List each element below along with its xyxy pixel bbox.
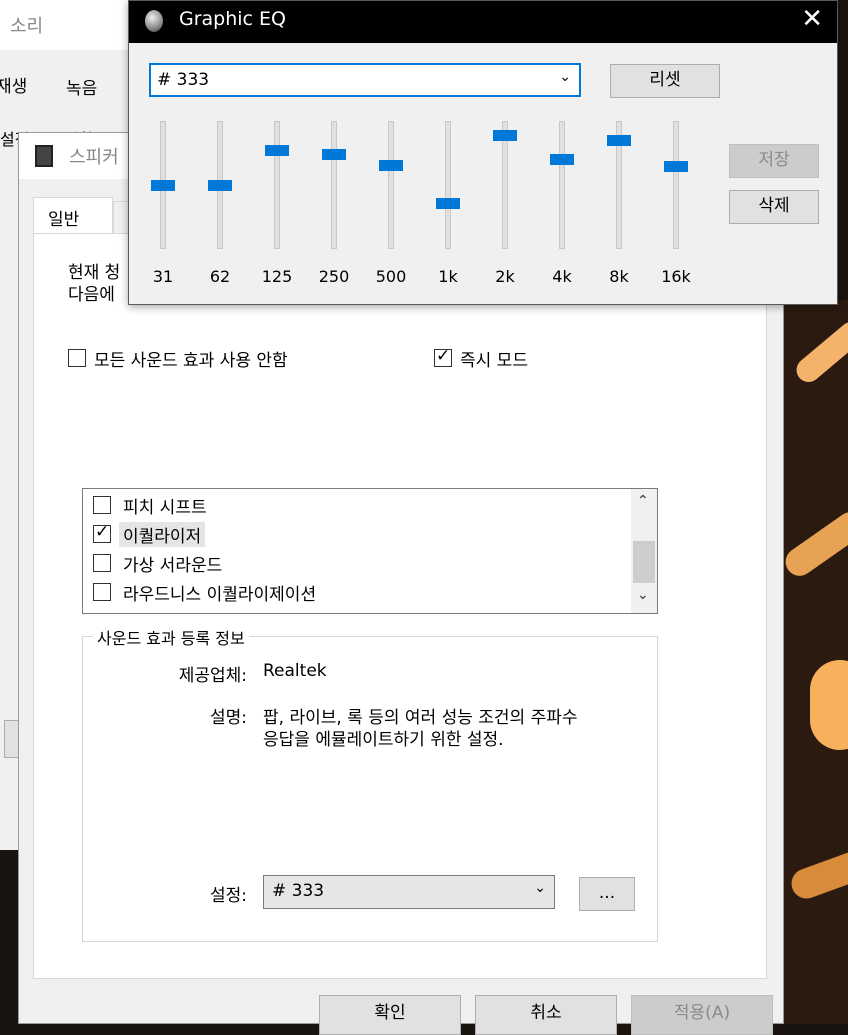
settings-label: 설정: [209,886,247,906]
chevron-down-icon: ⌄ [559,69,571,85]
eq-window-title: Graphic EQ [179,8,287,30]
tab-recording[interactable]: 녹음 [66,74,97,99]
desktop-background [780,300,848,1024]
immediate-mode-checkbox[interactable] [434,346,452,367]
cancel-button[interactable]: 취소 [475,995,617,1035]
effect-checkbox[interactable] [93,496,111,514]
eq-band-label: 250 [318,267,350,286]
description-line-2: 응답을 에뮬레이트하기 위한 설정. [263,730,504,750]
scroll-up-icon[interactable]: ⌃ [637,493,649,509]
provider-value: Realtek [263,661,327,681]
effect-properties-title: 사운드 효과 등록 정보 [93,625,249,649]
eq-band-label: 16k [661,267,691,286]
scrollbar-thumb[interactable] [633,541,655,583]
effect-label: 피치 시프트 [123,498,207,518]
effect-item[interactable]: 피치 시프트 [83,491,623,519]
effects-list-scrollbar[interactable]: ⌃ ⌄ [631,489,657,613]
effect-label: 이퀄라이저 [119,522,206,547]
tab-playback[interactable]: 재생 [0,72,27,97]
eq-band-label: 125 [261,267,293,286]
effect-label: 라우드니스 이퀄라이제이션 [123,585,317,605]
effect-checkbox[interactable] [93,522,111,543]
eq-delete-button[interactable]: 삭제 [729,190,819,224]
eq-slider-track[interactable] [388,121,394,249]
eq-band-label: 4k [552,267,572,286]
immediate-mode-label: 즉시 모드 [460,351,528,371]
eq-band-label: 1k [438,267,458,286]
speaker-window-title: 스피커 [69,147,119,168]
ok-button[interactable]: 확인 [319,995,461,1035]
eq-band-label: 2k [495,267,515,286]
provider-label: 제공업체: [178,666,247,686]
scroll-down-icon[interactable]: ⌄ [637,587,649,603]
apply-button[interactable]: 적용(A) [631,995,773,1035]
description-label: 설명: [209,708,247,728]
eq-slider-track[interactable] [559,121,565,249]
eq-slider-track[interactable] [274,121,280,249]
disable-all-effects-label: 모든 사운드 효과 사용 안함 [94,351,288,371]
eq-slider-track[interactable] [331,121,337,249]
enhancements-panel: 현재 청 다음에 모든 사운드 효과 사용 안함 즉시 모드 피치 시프트이퀄라… [33,233,767,979]
eq-band-label: 62 [209,267,231,286]
tab-general[interactable]: 일반 [33,197,113,234]
disable-all-effects-checkbox[interactable] [68,349,86,367]
close-icon[interactable]: ✕ [801,4,823,34]
eq-slider-thumb[interactable] [436,197,460,209]
eq-slider-thumb[interactable] [493,130,517,142]
settings-dropdown[interactable]: # 333 ⌄ [263,875,555,909]
panel-description-line-2: 다음에 [68,285,115,305]
settings-more-button[interactable]: ... [579,877,635,911]
eq-band-label: 31 [152,267,174,286]
graphic-eq-window: Graphic EQ ✕ # 333 ⌄ 리셋 저장 삭제 31 62 125 250… [128,0,838,305]
effect-label: 가상 서라운드 [123,556,223,576]
settings-dropdown-value: # 333 [272,881,325,901]
effects-list[interactable]: 피치 시프트이퀄라이저가상 서라운드라우드니스 이퀄라이제이션 ⌃ ⌄ [82,488,658,614]
eq-slider-thumb[interactable] [151,180,175,191]
effect-checkbox[interactable] [93,554,111,572]
eq-save-button[interactable]: 저장 [729,144,819,178]
eq-slider-thumb[interactable] [208,180,232,191]
effect-properties-group: 사운드 효과 등록 정보 제공업체: Realtek 설명: 팝, 라이브, 록… [82,625,658,942]
eq-slider-thumb[interactable] [664,160,688,172]
eq-preset-value: # 333 [157,70,210,90]
eq-preset-dropdown[interactable]: # 333 ⌄ [149,63,581,97]
effect-item[interactable]: 가상 서라운드 [83,549,623,577]
eq-slider-track[interactable] [673,121,679,249]
eq-slider-track[interactable] [445,121,451,249]
eq-slider-thumb[interactable] [265,145,289,157]
effect-item[interactable]: 이퀄라이저 [83,520,623,548]
speaker-icon [35,145,53,167]
effect-item[interactable]: 라우드니스 이퀄라이제이션 [83,578,623,606]
eq-slider-thumb[interactable] [322,149,346,161]
sound-window-title: 소리 [10,16,44,37]
eq-slider-thumb[interactable] [607,135,631,147]
eq-band-label: 8k [609,267,629,286]
eq-reset-button[interactable]: 리셋 [610,64,720,98]
eq-slider-thumb[interactable] [550,154,574,166]
chevron-down-icon: ⌄ [534,880,546,896]
eq-window-titlebar[interactable]: Graphic EQ ✕ [129,1,837,43]
effect-checkbox[interactable] [93,583,111,601]
eq-band-label: 500 [375,267,407,286]
eq-slider-thumb[interactable] [379,159,403,171]
sound-window-titlebar[interactable]: 소리 [0,0,140,50]
tab-general-label: 일반 [48,210,80,230]
app-icon [145,10,163,32]
